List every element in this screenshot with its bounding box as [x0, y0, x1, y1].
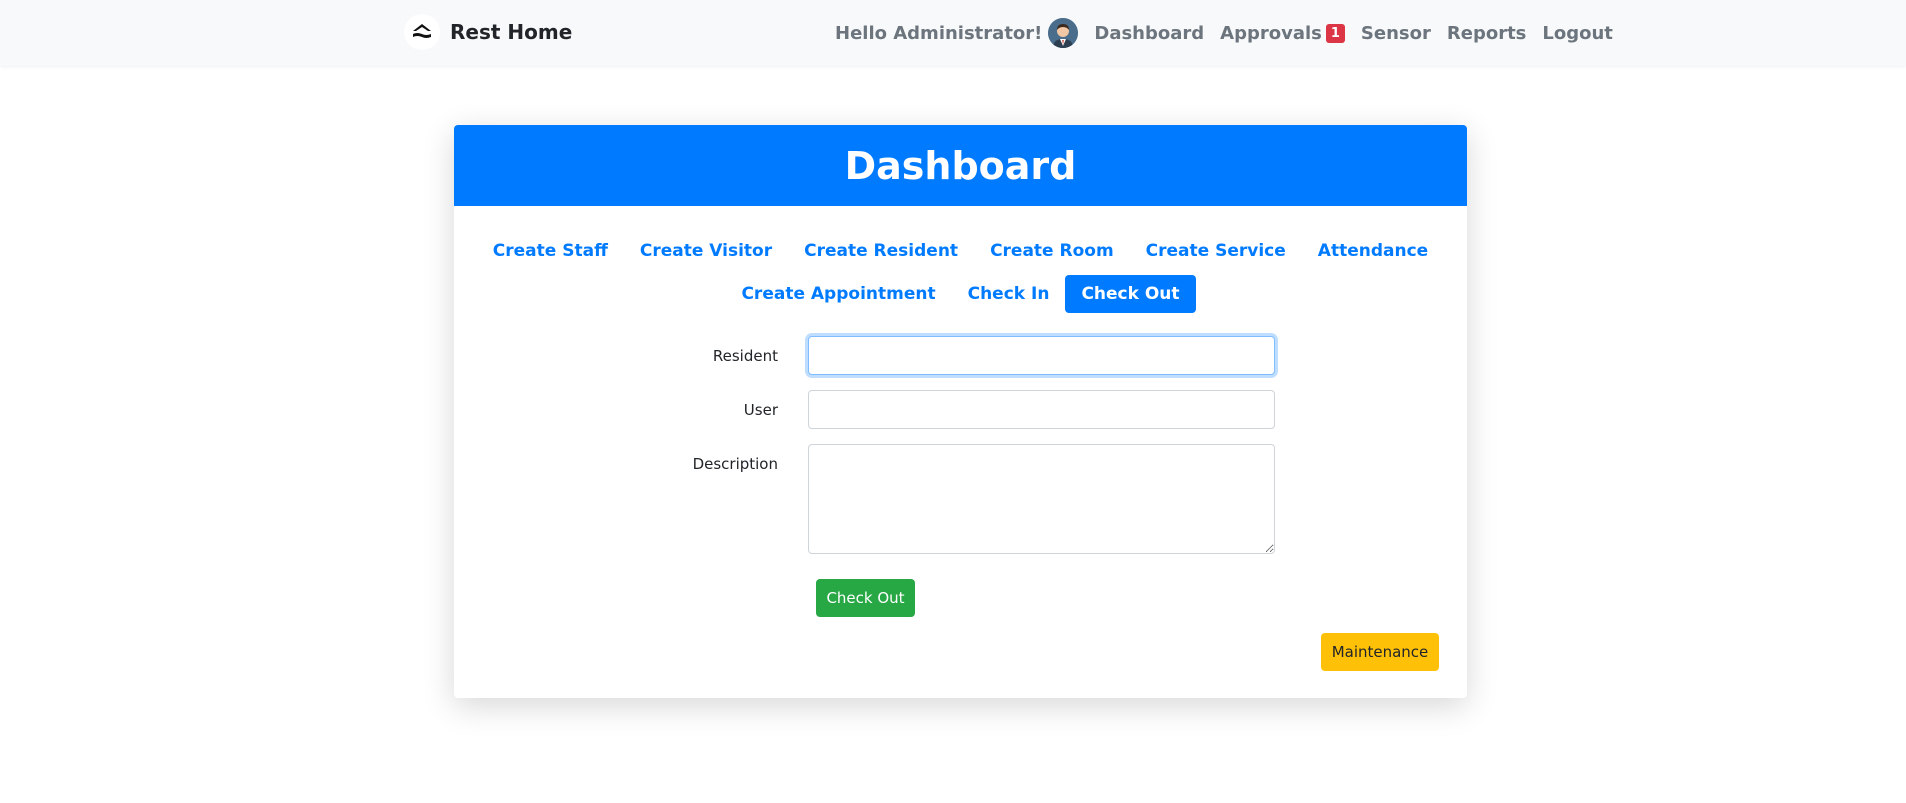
menu-check-in[interactable]: Check In: [952, 275, 1066, 313]
nav-approvals-label: Approvals: [1220, 22, 1322, 44]
menu-attendance[interactable]: Attendance: [1302, 232, 1444, 270]
user-input[interactable]: [808, 390, 1275, 429]
card-header: Dashboard: [454, 125, 1467, 206]
nav-menu: Hello Administrator! Dashboard Approvals…: [835, 17, 1613, 49]
home-hands-icon: [404, 14, 440, 50]
brand-name: Rest Home: [450, 20, 573, 44]
maintenance-button[interactable]: Maintenance: [1321, 633, 1439, 671]
nav-logout[interactable]: Logout: [1542, 23, 1613, 44]
menu-create-staff[interactable]: Create Staff: [477, 232, 624, 270]
nav-dashboard[interactable]: Dashboard: [1094, 23, 1204, 44]
user-label: User: [743, 401, 778, 419]
menu-row-1: Create Staff Create Visitor Create Resid…: [454, 229, 1467, 272]
menu-check-out[interactable]: Check Out: [1065, 274, 1196, 313]
menu-create-appointment[interactable]: Create Appointment: [725, 275, 951, 313]
description-label: Description: [692, 455, 778, 473]
resident-input[interactable]: [808, 336, 1275, 375]
menu-create-visitor[interactable]: Create Visitor: [624, 232, 788, 270]
approvals-count-badge: 1: [1325, 23, 1345, 43]
dashboard-card: Dashboard Create Staff Create Visitor Cr…: [454, 125, 1467, 698]
nav-sensor[interactable]: Sensor: [1361, 23, 1431, 44]
resident-label: Resident: [712, 347, 778, 365]
greeting-text: Hello Administrator!: [835, 22, 1043, 44]
page-title: Dashboard: [844, 143, 1077, 188]
top-navbar: Rest Home Hello Administrator! Dashboard…: [0, 0, 1906, 66]
nav-approvals[interactable]: Approvals 1: [1220, 23, 1345, 44]
brand-link[interactable]: Rest Home: [404, 14, 572, 50]
menu-create-service[interactable]: Create Service: [1130, 232, 1302, 270]
check-out-submit-button[interactable]: Check Out: [816, 579, 915, 617]
description-textarea[interactable]: [808, 444, 1275, 554]
user-avatar[interactable]: [1048, 18, 1079, 48]
menu-create-resident[interactable]: Create Resident: [788, 232, 974, 270]
nav-reports[interactable]: Reports: [1447, 23, 1527, 44]
menu-row-2: Create Appointment Check In Check Out: [454, 272, 1467, 315]
menu-create-room[interactable]: Create Room: [974, 232, 1130, 270]
dashboard-menu: Create Staff Create Visitor Create Resid…: [454, 229, 1467, 315]
